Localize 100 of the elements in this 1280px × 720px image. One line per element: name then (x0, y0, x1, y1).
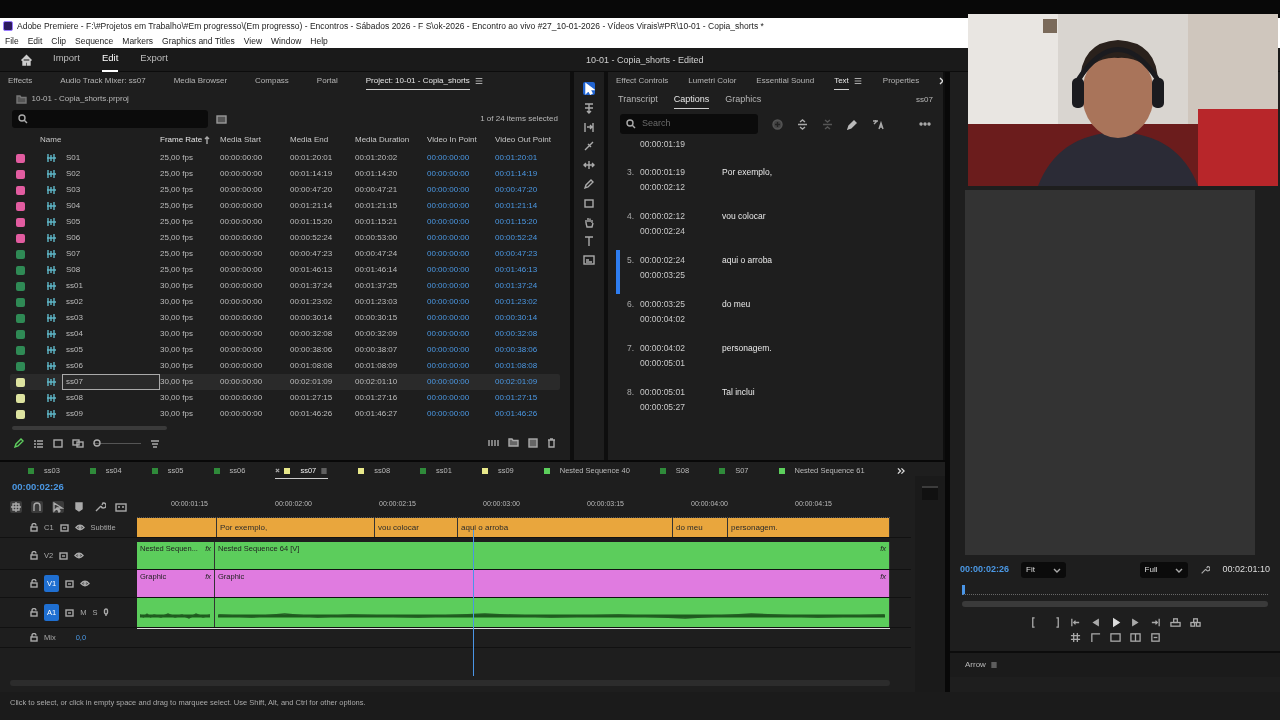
panel-tab[interactable]: Media Browser (173, 72, 228, 90)
project-row[interactable]: ss01 30,00 fps 00:00:00:00 00:01:37:24 00:01:37:25 00:00:00:00 00:01:37:24 (10, 278, 560, 294)
sub-tab[interactable]: Captions (673, 90, 710, 110)
timecode[interactable]: 00:00:02:26 (960, 563, 1010, 577)
caption-clip[interactable]: vou colocar (375, 518, 458, 537)
caption-item[interactable]: 4. 00:00:02:12 00:00:02:24 vou colocar (616, 206, 943, 250)
menu-item[interactable]: Edit (27, 34, 43, 48)
table-cell-text: 00:02:01:10 (355, 376, 399, 388)
table-cell-text: 30,00 fps (160, 296, 194, 308)
table-cell-text: 00:00:00:00 (220, 376, 264, 388)
caption-item[interactable]: 00:00:01:19 (616, 138, 943, 162)
clip-name: ss01 (65, 280, 84, 292)
column-header[interactable]: Media Duration (355, 134, 410, 146)
project-row[interactable]: S04 25,00 fps 00:00:00:00 00:01:21:14 00:01:21:15 00:00:00:00 00:01:21:14 (10, 198, 560, 214)
search-field[interactable]: Search (620, 114, 758, 134)
sequence-name: ss07 (916, 94, 933, 106)
zoom-dropdown[interactable]: Fit (1021, 562, 1066, 578)
caption-start-time: 00:00:01:19 (640, 166, 686, 179)
caption-item[interactable]: 7. 00:00:04:02 00:00:05:01 personagem. (616, 338, 943, 382)
table-cell-text: 00:00:00:00 (220, 344, 264, 356)
menu-item[interactable]: Sequence (75, 34, 114, 48)
project-row[interactable]: S07 25,00 fps 00:00:00:00 00:00:47:23 00:00:47:24 00:00:00:00 00:00:47:23 (10, 246, 560, 262)
project-row[interactable]: ss06 30,00 fps 00:00:00:00 00:01:08:08 00:01:08:09 00:00:00:00 00:01:08:08 (10, 358, 560, 374)
caption-clip[interactable]: aqui o arroba (458, 518, 673, 537)
table-cell-text: 00:00:52:24 (495, 232, 539, 244)
panel-tab[interactable]: Audio Track Mixer: ss07 (60, 72, 146, 90)
table-cell-text: 25,00 fps (160, 168, 194, 180)
panel-tab[interactable]: Effects (8, 72, 33, 90)
clip-name: ss09 (65, 408, 84, 420)
panel-tab[interactable]: Essential Sound (756, 72, 815, 90)
column-header[interactable]: Video Out Point (495, 134, 551, 146)
table-cell-text: 00:00:00:00 (220, 408, 264, 420)
project-row[interactable]: ss03 30,00 fps 00:00:00:00 00:00:30:14 00:00:30:15 00:00:00:00 00:00:30:14 (10, 310, 560, 326)
caption-clip[interactable]: Por exemplo, (217, 518, 375, 537)
project-row[interactable]: S01 25,00 fps 00:00:00:00 00:01:20:01 00:01:20:02 00:00:00:00 00:01:20:01 (10, 150, 560, 166)
clip-name: S06 (65, 232, 82, 244)
clip-name: S08 (65, 264, 82, 276)
project-row[interactable]: S02 25,00 fps 00:00:00:00 00:01:14:19 00:01:14:20 00:00:00:00 00:01:14:19 (10, 166, 560, 182)
menu-item[interactable]: Markers (122, 34, 153, 48)
clip-name: ss02 (65, 296, 84, 308)
table-cell-text: 00:00:38:06 (495, 344, 539, 356)
caption-item[interactable]: 5. 00:00:02:24 00:00:03:25 aqui o arroba (616, 250, 943, 294)
workspace-tab[interactable]: Export (140, 47, 168, 72)
clip-name: ss06 (65, 360, 84, 372)
table-cell-text: 00:01:23:02 (290, 296, 334, 308)
project-row[interactable]: ss07 30,00 fps 00:00:00:00 00:02:01:09 00:02:01:10 00:00:00:00 00:02:01:09 (10, 374, 560, 390)
project-row[interactable]: S03 25,00 fps 00:00:00:00 00:00:47:20 00:00:47:21 00:00:00:00 00:00:47:20 (10, 182, 560, 198)
column-header[interactable]: Name (40, 134, 62, 146)
table-cell-text: 00:00:32:09 (355, 328, 399, 340)
table-cell-text: 00:00:00:00 (220, 392, 264, 404)
project-row[interactable]: S08 25,00 fps 00:00:00:00 00:01:46:13 00:01:46:14 00:00:00:00 00:01:46:13 (10, 262, 560, 278)
panel-tab[interactable]: Portal (316, 72, 338, 90)
project-row[interactable]: S05 25,00 fps 00:00:00:00 00:01:15:20 00:01:15:21 00:00:00:00 00:01:15:20 (10, 214, 560, 230)
panel-tab[interactable]: Properties (882, 72, 920, 90)
table-cell-text: 30,00 fps (160, 376, 194, 388)
project-row[interactable]: ss04 30,00 fps 00:00:00:00 00:00:32:08 00:00:32:09 00:00:00:00 00:00:32:08 (10, 326, 560, 342)
project-row[interactable]: ss02 30,00 fps 00:00:00:00 00:01:23:02 00:01:23:03 00:00:00:00 00:01:23:02 (10, 294, 560, 310)
caption-start-time: 00:00:02:24 (640, 254, 686, 267)
caption-clip[interactable]: do meu (673, 518, 728, 537)
menu-item[interactable]: View (243, 34, 263, 48)
timecode[interactable]: 00:00:02:26 (0, 480, 912, 496)
sub-tab[interactable]: Graphics (725, 90, 762, 110)
panel-tab[interactable]: Text (834, 72, 849, 90)
column-header[interactable]: Video In Point (427, 134, 477, 146)
caption-item[interactable]: 3. 00:00:01:19 00:00:02:12 Por exemplo, (616, 162, 943, 206)
table-cell-text: 00:02:01:09 (495, 376, 539, 388)
clip-name: S05 (65, 216, 82, 228)
caption-item[interactable]: 6. 00:00:03:25 00:00:04:02 do meu (616, 294, 943, 338)
project-row[interactable]: S06 25,00 fps 00:00:00:00 00:00:52:24 00:00:53:00 00:00:00:00 00:00:52:24 (10, 230, 560, 246)
quality-dropdown[interactable]: Full (1139, 562, 1189, 578)
window-title: Adobe Premiere - F:\#Projetos em Trabalho\#Em progresso\(Em progresso) - Encontros - Sábados 2026 - F S\ok-2026 - Encontro ao vivo #27_10-01-2026 - Vídeos Virais\#PR\10-01 - Copia_shorts * (17, 19, 764, 33)
table-cell-text: 00:01:20:01 (290, 152, 334, 164)
menu-item[interactable]: Graphics and Titles (162, 34, 235, 48)
project-row[interactable]: ss08 30,00 fps 00:00:00:00 00:01:27:15 00:01:27:16 00:00:00:00 00:01:27:15 (10, 390, 560, 406)
caption-start-time: 00:00:04:02 (640, 342, 686, 355)
panel-tab[interactable]: Project: 10-01 - Copia_shorts (365, 72, 470, 90)
column-header[interactable]: Media Start (220, 134, 261, 146)
clip-name: ss05 (65, 344, 84, 356)
panel-tab[interactable]: Effect Controls (616, 72, 669, 90)
menu-item[interactable]: Window (271, 34, 302, 48)
table-cell-text: 30,00 fps (160, 344, 194, 356)
caption-item[interactable]: 8. 00:00:05:01 00:00:05:27 Tal inclui (616, 382, 943, 426)
table-cell-text: 00:00:47:20 (495, 184, 539, 196)
workspace-tab[interactable]: Import (53, 47, 80, 72)
panel-tab[interactable]: Lumetri Color (688, 72, 737, 90)
column-header[interactable]: Media End (290, 134, 329, 146)
menu-item[interactable]: File (5, 34, 19, 48)
project-row[interactable]: ss09 30,00 fps 00:00:00:00 00:01:46:26 00:01:46:27 00:00:00:00 00:01:46:26 (10, 406, 560, 422)
sub-tab[interactable]: Transcript (618, 90, 658, 110)
menu-item[interactable]: Help (310, 34, 328, 48)
caption-start-time: 00:00:03:25 (640, 298, 686, 311)
caption-end-time: 00:00:03:25 (640, 269, 686, 282)
table-cell-text: 00:01:21:14 (495, 200, 539, 212)
column-header[interactable]: Frame Rate (160, 134, 203, 146)
table-cell-text: 00:01:23:03 (355, 296, 399, 308)
project-row[interactable]: ss05 30,00 fps 00:00:00:00 00:00:38:06 00:00:38:07 00:00:00:00 00:00:38:06 (10, 342, 560, 358)
table-cell-text: 30,00 fps (160, 392, 194, 404)
panel-tab[interactable]: Compass (255, 72, 289, 90)
caption-clip[interactable]: personagem. (728, 518, 890, 537)
menu-item[interactable]: Clip (51, 34, 66, 48)
